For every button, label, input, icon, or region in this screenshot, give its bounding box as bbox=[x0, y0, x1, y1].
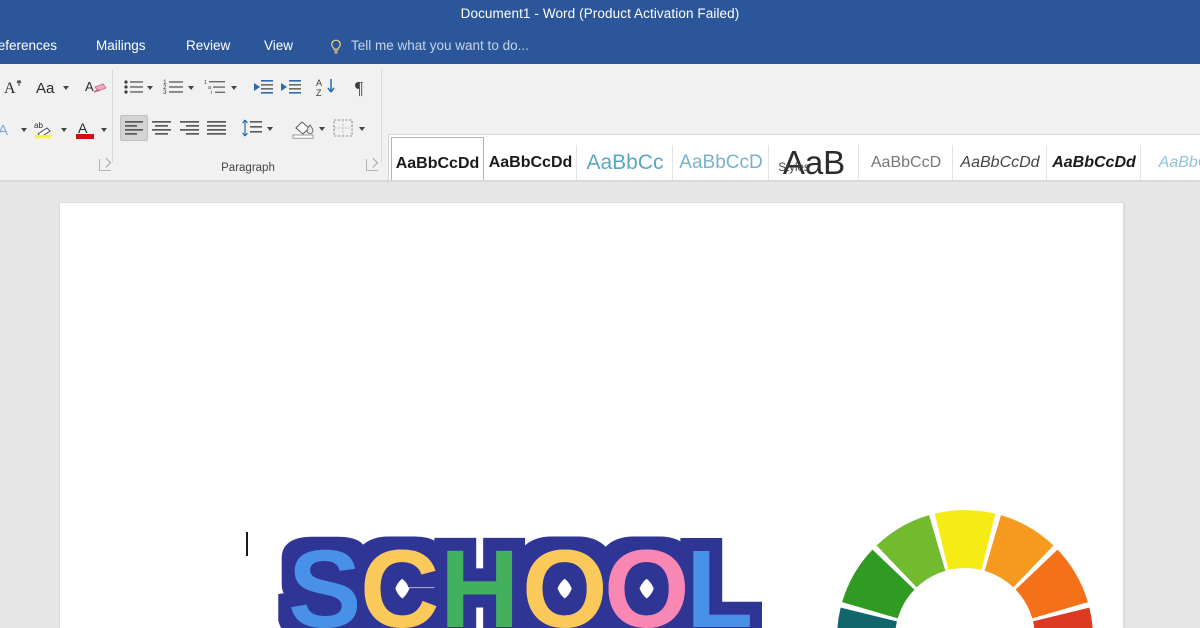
title-bar: Document1 - Word (Product Activation Fai… bbox=[0, 0, 1200, 28]
chevron-down-icon[interactable] bbox=[187, 76, 196, 98]
highlighter-icon: ab bbox=[34, 121, 51, 139]
svg-text:i: i bbox=[211, 90, 212, 96]
text-cursor bbox=[246, 532, 248, 556]
chevron-down-icon[interactable] bbox=[62, 76, 71, 98]
svg-text:¶: ¶ bbox=[355, 78, 363, 98]
svg-text:O: O bbox=[604, 528, 690, 628]
align-left-button[interactable] bbox=[120, 115, 148, 141]
shrink-font-button[interactable]: A bbox=[2, 76, 28, 98]
svg-text:Z: Z bbox=[316, 88, 322, 98]
svg-text:Aa: Aa bbox=[36, 80, 55, 97]
font-dialog-launcher[interactable] bbox=[99, 159, 111, 171]
paint-bucket-icon bbox=[292, 121, 314, 139]
line-spacing-icon bbox=[242, 119, 262, 137]
align-right-button[interactable] bbox=[177, 117, 203, 139]
document-canvas: S C H O O L i S C O O bbox=[0, 182, 1200, 628]
A-glow-icon: A bbox=[0, 122, 8, 139]
tab-view[interactable]: View bbox=[264, 28, 293, 64]
tab-review[interactable]: Review bbox=[186, 28, 230, 64]
A-shrink-icon: A bbox=[4, 80, 22, 97]
align-center-button[interactable] bbox=[149, 117, 175, 139]
chevron-down-icon[interactable] bbox=[100, 118, 109, 140]
chevron-down-icon[interactable] bbox=[230, 76, 239, 98]
align-left-icon bbox=[125, 121, 143, 135]
increase-indent-icon bbox=[281, 80, 301, 94]
increase-indent-button[interactable] bbox=[278, 76, 304, 98]
Aa-case-icon: Aa bbox=[36, 80, 55, 97]
borders-button[interactable] bbox=[330, 117, 368, 139]
tell-me-search-box[interactable]: Tell me what you want to do... bbox=[351, 28, 529, 64]
text-highlight-button[interactable]: ab bbox=[32, 118, 70, 140]
text-effects-button[interactable]: A bbox=[0, 118, 30, 140]
change-case-button[interactable]: Aa bbox=[34, 76, 74, 98]
sort-button[interactable]: A Z bbox=[315, 76, 341, 98]
chevron-down-icon[interactable] bbox=[146, 76, 155, 98]
decrease-indent-icon bbox=[254, 80, 273, 94]
lightbulb-icon bbox=[329, 39, 343, 55]
group-separator-paragraph-styles bbox=[381, 70, 382, 162]
group-separator-font-paragraph bbox=[112, 70, 113, 162]
document-page[interactable]: S C H O O L i S C O O bbox=[60, 203, 1123, 628]
group-label-styles: Styles bbox=[778, 162, 810, 174]
svg-text:H: H bbox=[440, 528, 519, 628]
chevron-down-icon[interactable] bbox=[20, 118, 29, 140]
sort-az-icon: A Z bbox=[316, 78, 335, 98]
line-spacing-button[interactable] bbox=[240, 117, 278, 139]
school-is-cool-wordart[interactable]: S C H O O L i S C O O bbox=[272, 515, 762, 628]
clear-formatting-icon: A bbox=[85, 79, 107, 94]
chevron-down-icon[interactable] bbox=[358, 117, 367, 139]
chevron-down-icon[interactable] bbox=[318, 117, 327, 139]
pilcrow-icon: ¶ bbox=[355, 78, 363, 98]
svg-text:C: C bbox=[360, 528, 439, 628]
chevron-down-icon[interactable] bbox=[60, 118, 69, 140]
color-wheel-graphic[interactable] bbox=[832, 505, 1098, 628]
show-formatting-marks-button[interactable]: ¶ bbox=[350, 76, 374, 98]
ribbon-tab-strip: References Mailings Review View Tell me … bbox=[0, 28, 1200, 64]
svg-text:ab: ab bbox=[34, 121, 43, 130]
svg-text:O: O bbox=[522, 528, 608, 628]
justify-icon bbox=[207, 121, 226, 135]
svg-text:L: L bbox=[686, 528, 753, 628]
align-center-icon bbox=[152, 121, 171, 135]
bullets-button[interactable] bbox=[122, 76, 156, 98]
clear-formatting-button[interactable]: A bbox=[84, 76, 110, 98]
multilevel-list-button[interactable]: 1 a i bbox=[204, 76, 242, 98]
font-color-button[interactable]: A bbox=[74, 118, 112, 140]
svg-text:A: A bbox=[316, 78, 322, 88]
multilevel-list-icon: 1 a i bbox=[204, 80, 225, 96]
word-window: Document1 - Word (Product Activation Fai… bbox=[0, 0, 1200, 628]
numbering-button[interactable]: 1 2 3 bbox=[162, 76, 198, 98]
decrease-indent-button[interactable] bbox=[250, 76, 276, 98]
svg-text:A: A bbox=[78, 120, 88, 136]
tab-mailings[interactable]: Mailings bbox=[96, 28, 146, 64]
svg-text:1: 1 bbox=[204, 80, 207, 86]
window-title: Document1 - Word (Product Activation Fai… bbox=[460, 6, 740, 21]
numbered-list-icon: 1 2 3 bbox=[163, 79, 183, 96]
svg-text:A: A bbox=[85, 79, 94, 94]
group-label-paragraph: Paragraph bbox=[221, 162, 275, 174]
svg-text:3: 3 bbox=[163, 89, 167, 96]
borders-grid-icon bbox=[333, 119, 353, 137]
align-right-icon bbox=[180, 121, 199, 135]
svg-text:A: A bbox=[0, 122, 8, 139]
color-wheel-segment-yellow bbox=[934, 510, 996, 570]
chevron-down-icon[interactable] bbox=[266, 117, 275, 139]
ribbon: A Aa A A ab A 1 2 3 1 a i A Z ¶ Paragrap… bbox=[0, 64, 1200, 226]
font-color-A-icon: A bbox=[76, 120, 94, 139]
paragraph-dialog-launcher[interactable] bbox=[366, 159, 378, 171]
justify-button[interactable] bbox=[204, 117, 230, 139]
svg-text:A: A bbox=[4, 80, 16, 97]
svg-text:S: S bbox=[288, 528, 361, 628]
bullet-list-icon bbox=[124, 80, 143, 94]
shading-button[interactable] bbox=[290, 117, 328, 139]
tab-references[interactable]: References bbox=[0, 28, 57, 64]
